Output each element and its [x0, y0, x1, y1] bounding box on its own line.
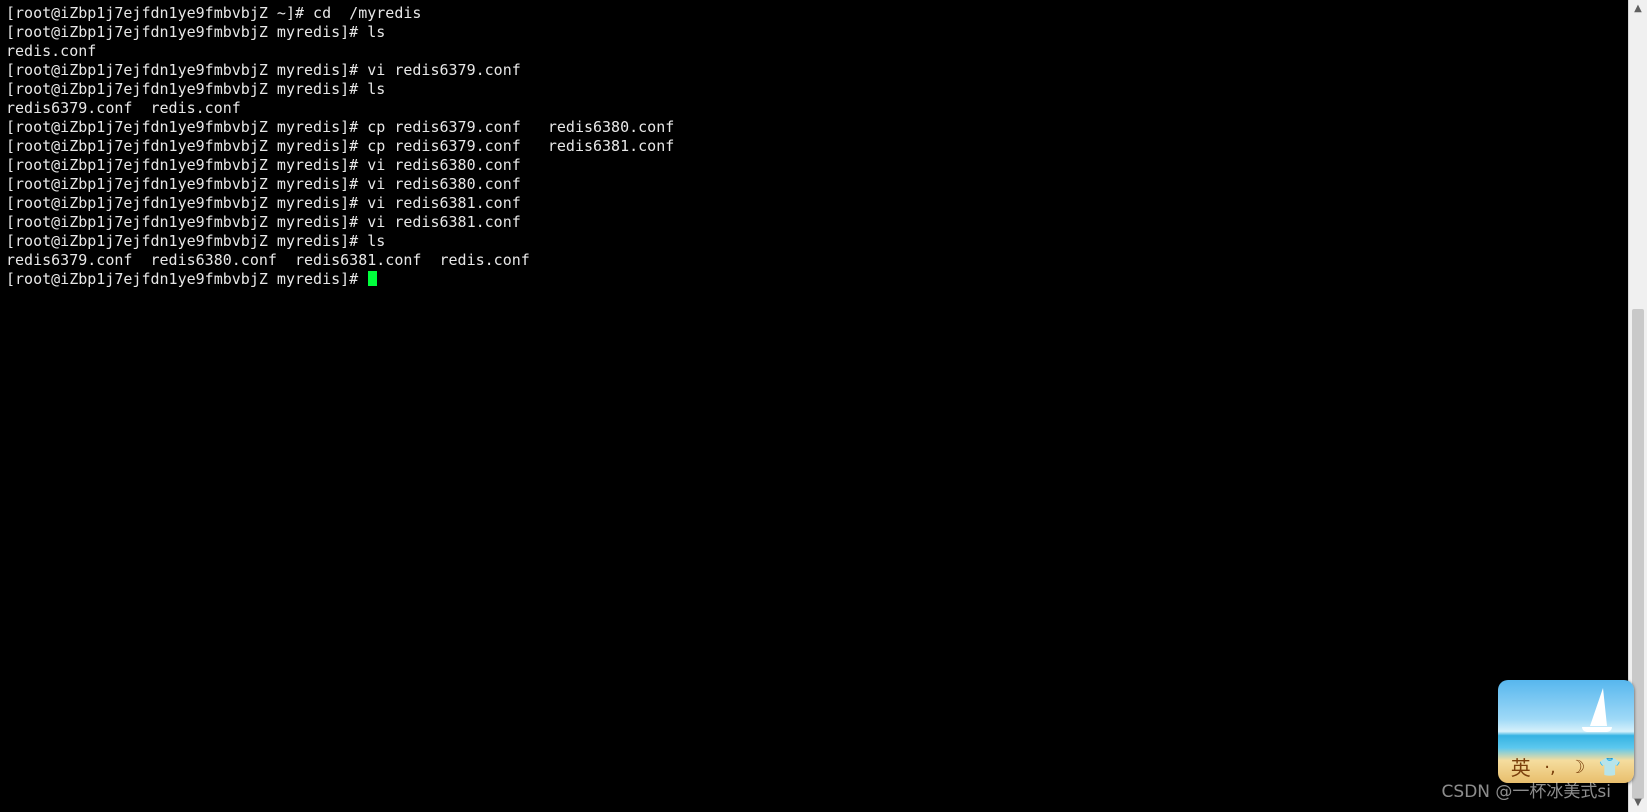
terminal-line: [root@iZbp1j7ejfdn1ye9fmbvbjZ myredis]# …	[6, 80, 386, 98]
ime-language-toggle[interactable]: 英	[1511, 753, 1531, 783]
terminal-line: redis6379.conf redis6380.conf redis6381.…	[6, 251, 530, 269]
terminal-line: [root@iZbp1j7ejfdn1ye9fmbvbjZ myredis]# …	[6, 175, 521, 193]
terminal-line: [root@iZbp1j7ejfdn1ye9fmbvbjZ myredis]# …	[6, 213, 521, 231]
terminal-line: redis6379.conf redis.conf	[6, 99, 241, 117]
terminal-line: [root@iZbp1j7ejfdn1ye9fmbvbjZ myredis]# …	[6, 156, 521, 174]
terminal-line: [root@iZbp1j7ejfdn1ye9fmbvbjZ myredis]# …	[6, 232, 386, 250]
terminal-line: [root@iZbp1j7ejfdn1ye9fmbvbjZ myredis]# …	[6, 194, 521, 212]
ime-button-bar: 英 ·, ☽ 👕	[1498, 753, 1634, 783]
chevron-down-icon[interactable]: ▼	[1629, 794, 1647, 812]
terminal-prompt-line[interactable]: [root@iZbp1j7ejfdn1ye9fmbvbjZ myredis]#	[6, 270, 674, 289]
skin-icon[interactable]: 👕	[1599, 753, 1621, 783]
terminal-line: [root@iZbp1j7ejfdn1ye9fmbvbjZ myredis]# …	[6, 61, 521, 79]
terminal-line: [root@iZbp1j7ejfdn1ye9fmbvbjZ myredis]# …	[6, 137, 675, 155]
terminal-prompt: [root@iZbp1j7ejfdn1ye9fmbvbjZ myredis]#	[6, 270, 368, 288]
chevron-up-icon[interactable]: ▲	[1629, 0, 1647, 18]
terminal-line: [root@iZbp1j7ejfdn1ye9fmbvbjZ ~]# cd /my…	[6, 4, 422, 22]
terminal-window[interactable]: [root@iZbp1j7ejfdn1ye9fmbvbjZ ~]# cd /my…	[0, 0, 1628, 812]
terminal-line: [root@iZbp1j7ejfdn1ye9fmbvbjZ myredis]# …	[6, 118, 675, 136]
terminal-line: [root@iZbp1j7ejfdn1ye9fmbvbjZ myredis]# …	[6, 23, 386, 41]
punctuation-icon[interactable]: ·,	[1544, 753, 1555, 783]
terminal-cursor	[368, 271, 378, 286]
ime-toolbar[interactable]: 英 ·, ☽ 👕	[1498, 680, 1634, 783]
sailboat-icon	[1590, 688, 1607, 726]
terminal-output: [root@iZbp1j7ejfdn1ye9fmbvbjZ ~]# cd /my…	[6, 4, 674, 289]
moon-icon[interactable]: ☽	[1569, 753, 1585, 783]
terminal-line: redis.conf	[6, 42, 97, 60]
boat-hull-icon	[1582, 727, 1612, 732]
watermark: CSDN @一杯冰美式si	[1441, 782, 1611, 802]
